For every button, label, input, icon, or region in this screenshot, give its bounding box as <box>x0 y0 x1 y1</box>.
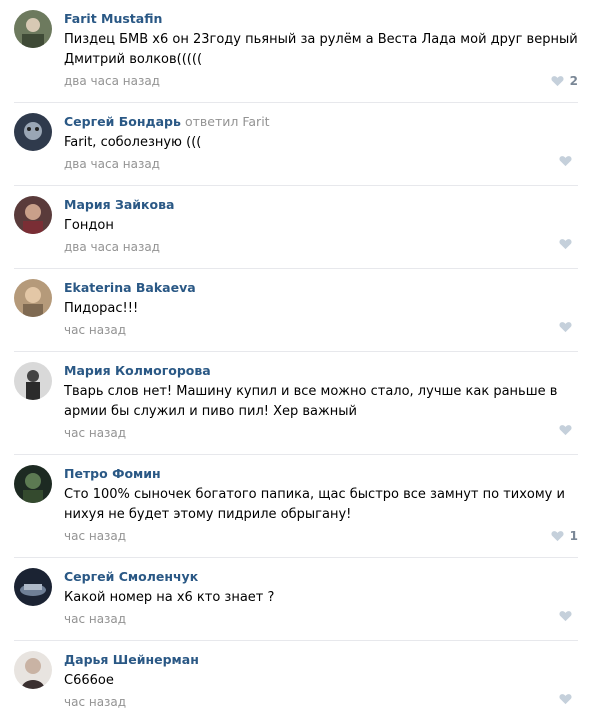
like-button[interactable] <box>559 693 578 705</box>
heart-icon <box>551 531 564 542</box>
heart-icon <box>559 239 572 250</box>
comment-time[interactable]: два часа назад <box>64 74 160 88</box>
comment-author[interactable]: Мария Колмогорова <box>64 363 211 378</box>
comment-text: Пидорас!!! <box>64 301 139 316</box>
comment-text: Какой номер на х6 кто знает ? <box>64 590 275 605</box>
comment-author[interactable]: Ekaterina Bakaeva <box>64 280 196 295</box>
comment-author[interactable]: Петро Фомин <box>64 466 161 481</box>
comment-text: Farit, соболезную ((( <box>64 135 202 150</box>
comment-time[interactable]: час назад <box>64 695 126 709</box>
comment-time[interactable]: час назад <box>64 529 126 543</box>
comment: Петро Фомин Сто 100% сыночек богатого па… <box>14 455 578 558</box>
comment: Дарья Шейнерман С666ое час назад <box>14 641 578 723</box>
comment: Сергей Смоленчук Какой номер на х6 кто з… <box>14 558 578 641</box>
comment-author[interactable]: Сергей Бондарь <box>64 114 181 129</box>
comment: Ekaterina Bakaeva Пидорас!!! час назад <box>14 269 578 352</box>
like-button[interactable] <box>559 155 578 167</box>
heart-icon <box>559 611 572 622</box>
comment-author[interactable]: Дарья Шейнерман <box>64 652 199 667</box>
reply-to[interactable]: ответил Farit <box>185 114 270 129</box>
comment-time[interactable]: час назад <box>64 323 126 337</box>
like-button[interactable] <box>559 321 578 333</box>
avatar[interactable] <box>14 113 52 151</box>
like-count: 1 <box>569 529 578 543</box>
heart-icon <box>559 322 572 333</box>
heart-icon <box>559 694 572 705</box>
comment: Farit Mustafin Пиздец БМВ х6 он 23году п… <box>14 0 578 103</box>
comment-text: С666ое <box>64 673 114 688</box>
comment-text: Сто 100% сыночек богатого папика, щас бы… <box>64 487 565 522</box>
comment-author[interactable]: Farit Mustafin <box>64 11 162 26</box>
comment: Сергей Бондарь ответил Farit Farit, собо… <box>14 103 578 186</box>
comment-text: Тварь слов нет! Машину купил и все можно… <box>64 384 558 419</box>
comment-time[interactable]: два часа назад <box>64 240 160 254</box>
avatar[interactable] <box>14 362 52 400</box>
comment: Мария Зайкова Гондон два часа назад <box>14 186 578 269</box>
like-count: 2 <box>569 74 578 88</box>
comment-time[interactable]: час назад <box>64 612 126 626</box>
comment: Мария Колмогорова Тварь слов нет! Машину… <box>14 352 578 455</box>
comments-list: Farit Mustafin Пиздец БМВ х6 он 23году п… <box>0 0 594 723</box>
comment-text: Гондон <box>64 218 114 233</box>
avatar[interactable] <box>14 465 52 503</box>
like-button[interactable] <box>559 424 578 436</box>
like-button[interactable] <box>559 238 578 250</box>
heart-icon <box>559 156 572 167</box>
avatar[interactable] <box>14 279 52 317</box>
heart-icon <box>551 76 564 87</box>
avatar[interactable] <box>14 10 52 48</box>
like-button[interactable]: 1 <box>551 527 578 545</box>
comment-text: Пиздец БМВ х6 он 23году пьяный за рулём … <box>64 32 578 67</box>
comment-author[interactable]: Мария Зайкова <box>64 197 174 212</box>
like-button[interactable]: 2 <box>551 72 578 90</box>
comment-time[interactable]: час назад <box>64 426 126 440</box>
like-button[interactable] <box>559 610 578 622</box>
avatar[interactable] <box>14 196 52 234</box>
avatar[interactable] <box>14 651 52 689</box>
heart-icon <box>559 425 572 436</box>
avatar[interactable] <box>14 568 52 606</box>
comment-time[interactable]: два часа назад <box>64 157 160 171</box>
comment-author[interactable]: Сергей Смоленчук <box>64 569 198 584</box>
